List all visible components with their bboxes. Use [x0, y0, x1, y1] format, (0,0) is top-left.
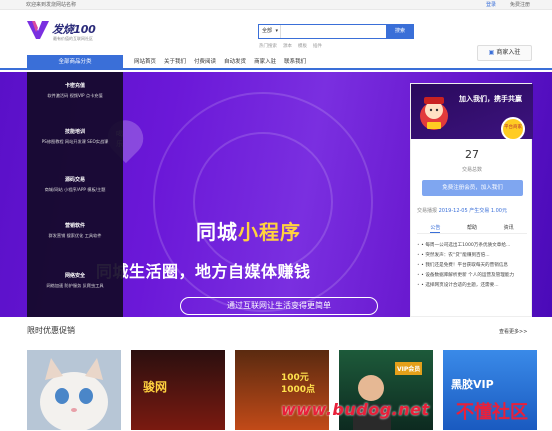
- tab-announcement[interactable]: 公告: [430, 222, 441, 233]
- cat-photo: [27, 350, 121, 430]
- trade-count-label: 交易总数: [461, 167, 482, 173]
- register-link[interactable]: 免费注册: [510, 0, 530, 10]
- merchant-badge: 平台商家: [501, 117, 525, 141]
- logo-text[interactable]: 发烧100: [52, 21, 96, 37]
- category-item[interactable]: 卡密充值 软件激活码 视频VIP 点卡充值: [27, 82, 123, 99]
- promo-title: 限时优惠促销: [27, 326, 75, 335]
- banner-ring: [193, 132, 333, 272]
- hot-search-words: 热门搜索 源本 模板 插件: [259, 43, 322, 49]
- logo-subtitle: 最有价值的互联网社区: [53, 36, 93, 41]
- logo-icon[interactable]: [27, 21, 49, 39]
- nav-menu: 网站首页 关于我们 付费阅读 自动发货 商家入驻 联系我们: [130, 55, 310, 70]
- search-scope-select[interactable]: 全部: [259, 25, 281, 38]
- join-us-panel: 加入我们，携手共赢 平台商家 27 交易总数 免费注册会员，加入我们 交易播报 …: [410, 83, 533, 317]
- watermark-text: 不懂社区: [456, 402, 528, 423]
- nav-item-home[interactable]: 网站首页: [130, 55, 160, 70]
- register-join-button[interactable]: 免费注册会员，加入我们: [422, 180, 523, 196]
- promo-card-cat[interactable]: [27, 350, 121, 430]
- header: 发烧100 最有价值的互联网社区 全部 搜索 热门搜索 源本 模板 插件 ▣商家…: [0, 11, 552, 61]
- nav-item-paid-reading[interactable]: 付费阅读: [190, 55, 220, 70]
- news-item[interactable]: • 选择网页设计合适的主题，还需要...: [417, 281, 529, 291]
- game-label: 100元 1000点: [281, 373, 316, 395]
- black-vip-label: 黑胶VIP: [451, 378, 494, 391]
- view-more-link[interactable]: 查看更多>>: [499, 328, 527, 335]
- login-link[interactable]: 登录: [486, 0, 496, 10]
- news-item[interactable]: • 我们还是免费！平台获取每天的营销信息: [417, 261, 529, 271]
- mascot-icon: [420, 97, 448, 130]
- banner-slogan-pill: 通过互联网让生活变得更简单: [180, 297, 378, 315]
- join-us-header: 加入我们，携手共赢 平台商家: [411, 84, 533, 141]
- nav-item-contact[interactable]: 联系我们: [280, 55, 310, 70]
- hot-word[interactable]: 模板: [298, 43, 307, 49]
- main-nav: 全部商品分类 网站首页 关于我们 付费阅读 自动发货 商家入驻 联系我们: [0, 55, 552, 70]
- news-item[interactable]: • 每周一公司选出工1000万条优质文章给...: [417, 241, 529, 251]
- banner-subtitle: 同城生活圈，地方自媒体赚钱: [96, 262, 311, 281]
- search-button[interactable]: 搜索: [386, 24, 414, 39]
- banner-title: 同城小程序: [196, 220, 301, 244]
- hot-word[interactable]: 源本: [283, 43, 292, 49]
- join-us-slogan: 加入我们，携手共赢: [459, 95, 522, 103]
- welcome-text: 欢迎来到发烧网站名称: [26, 2, 77, 8]
- promo-card-course[interactable]: 骏网: [131, 350, 225, 430]
- category-panel: 卡密充值 软件激活码 视频VIP 点卡充值 技能培训 PS修图教程 网站开发课 SE…: [27, 72, 123, 317]
- category-item[interactable]: 网络安全 网络加速 防护服务 反爬虫工具: [27, 272, 123, 289]
- trade-broadcast: 交易播报 2019-12-05 产生交易 1.00元: [417, 208, 507, 214]
- tab-news[interactable]: 资讯: [504, 222, 514, 233]
- news-item[interactable]: • 设备数据库解析更新 个人的运营及管理能力: [417, 271, 529, 281]
- nav-item-merchant-join[interactable]: 商家入驻: [250, 55, 280, 70]
- top-bar: 欢迎来到发烧网站名称 登录 免费注册: [0, 0, 552, 10]
- trade-count: 27: [465, 148, 479, 161]
- hot-search-label: 热门搜索: [259, 44, 277, 49]
- news-list: • 每周一公司选出工1000万条优质文章给... • 突然发声：农“贷”能赚到百…: [417, 241, 529, 291]
- all-categories-button[interactable]: 全部商品分类: [27, 55, 123, 70]
- hot-word[interactable]: 插件: [313, 43, 322, 49]
- nav-item-about[interactable]: 关于我们: [160, 55, 190, 70]
- watermark-url: www.budog.net: [281, 400, 430, 419]
- category-item[interactable]: 技能培训 PS修图教程 网站开发课 SEO实战课: [27, 128, 123, 145]
- category-item[interactable]: 源码交易 商城/网站 小程序/APP 模板/主题: [27, 176, 123, 193]
- search-box: 全部 搜索: [258, 24, 414, 39]
- news-item[interactable]: • 突然发声：农“贷”能赚到百倍...: [417, 251, 529, 261]
- category-item[interactable]: 营销软件 群发营销 搜索优化 工具软件: [27, 222, 123, 239]
- nav-item-auto-delivery[interactable]: 自动发货: [220, 55, 250, 70]
- info-tabs: 公告 帮助 资讯: [417, 222, 527, 234]
- tab-help[interactable]: 帮助: [467, 222, 477, 233]
- course-label: 骏网: [143, 380, 168, 394]
